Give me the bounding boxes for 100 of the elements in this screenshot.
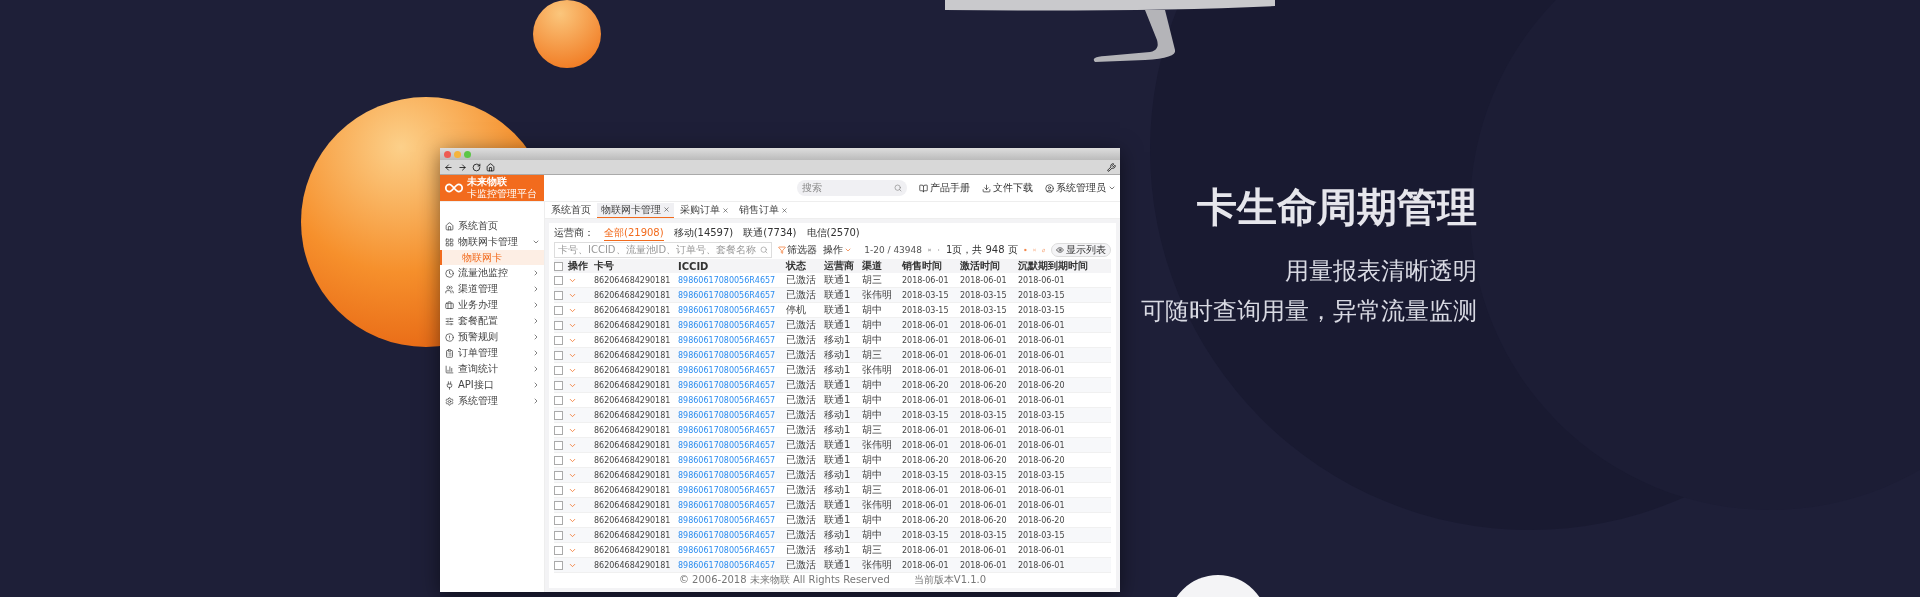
- sidebar-item[interactable]: API接口: [440, 377, 544, 393]
- table-cell: 移动1: [824, 468, 862, 483]
- table-cell: 2018-06-01: [960, 498, 1018, 513]
- operator-filter[interactable]: 移动(14597): [673, 225, 734, 241]
- table-cell: 2018-06-20: [960, 378, 1018, 393]
- column-header: 销售时间: [902, 259, 960, 273]
- column-header: ICCID: [678, 259, 786, 273]
- table-cell: 862064684290181: [594, 333, 678, 348]
- checkbox[interactable]: [554, 455, 563, 465]
- table-cell: 2018-06-01: [1018, 348, 1111, 363]
- banner-subtitle: 可随时查询用量，异常流量监测: [1141, 296, 1477, 327]
- minimize-dot-icon[interactable]: [454, 150, 461, 158]
- table-cell: 862064684290181: [594, 558, 678, 573]
- iccid-link[interactable]: 89860617080056R4657: [678, 273, 786, 288]
- table-cell: 2018-03-15: [960, 303, 1018, 318]
- checkbox[interactable]: [554, 395, 563, 405]
- operator-filter[interactable]: 联通(7734): [743, 225, 797, 241]
- table-cell: 2018-06-01: [902, 393, 960, 408]
- forward-icon[interactable]: [458, 162, 467, 172]
- sidebar-item[interactable]: 渠道管理: [440, 281, 544, 297]
- close-icon[interactable]: [781, 206, 788, 214]
- checkbox[interactable]: [554, 261, 563, 271]
- table-cell: 2018-06-20: [1018, 453, 1111, 468]
- table-cell: 2018-06-01: [1018, 273, 1111, 288]
- checkbox[interactable]: [554, 560, 563, 570]
- table-cell: 2018-06-20: [1018, 378, 1111, 393]
- table-cell: 2018-03-15: [902, 528, 960, 543]
- grid-icon: [445, 237, 454, 247]
- table-cell: 2018-06-01: [960, 363, 1018, 378]
- checkbox[interactable]: [554, 410, 563, 420]
- sidebar-item[interactable]: 业务办理: [440, 297, 544, 313]
- sidebar-item[interactable]: 查询统计: [440, 361, 544, 377]
- iccid-link[interactable]: 89860617080056R4657: [678, 483, 786, 498]
- checkbox[interactable]: [554, 485, 563, 495]
- sidebar-item[interactable]: 系统管理: [440, 393, 544, 409]
- checkbox[interactable]: [554, 470, 563, 480]
- table-cell: 已激活: [786, 393, 824, 408]
- sidebar-item[interactable]: 系统首页: [440, 218, 544, 234]
- table-cell: 联通1: [824, 453, 862, 468]
- clock-icon: [445, 268, 454, 278]
- sidebar-item[interactable]: 预警规则: [440, 329, 544, 345]
- header-link[interactable]: 文件下载: [982, 181, 1033, 195]
- checkbox[interactable]: [554, 350, 563, 360]
- checkbox[interactable]: [554, 440, 563, 450]
- iccid-link[interactable]: 89860617080056R4657: [678, 393, 786, 408]
- checkbox[interactable]: [554, 335, 563, 345]
- checkbox[interactable]: [554, 530, 563, 540]
- copyright-text: © 2006-2018 未来物联 All Rights Reserved: [678, 573, 890, 586]
- iccid-link[interactable]: 89860617080056R4657: [678, 543, 786, 558]
- iccid-link[interactable]: 89860617080056R4657: [678, 333, 786, 348]
- checkbox[interactable]: [554, 380, 563, 390]
- header-link[interactable]: 产品手册: [919, 181, 970, 195]
- table-cell: 已激活: [786, 348, 824, 363]
- table-cell: 2018-03-15: [1018, 408, 1111, 423]
- checkbox[interactable]: [554, 500, 563, 510]
- checkbox[interactable]: [554, 545, 563, 555]
- table-cell: 已激活: [786, 288, 824, 303]
- checkbox[interactable]: [554, 320, 563, 330]
- settings-icon: [445, 396, 454, 406]
- table-cell: 已激活: [786, 543, 824, 558]
- table-cell: 2018-03-15: [902, 468, 960, 483]
- table-cell: 862064684290181: [594, 378, 678, 393]
- column-header: 渠道: [862, 259, 902, 273]
- table-cell: 已激活: [786, 528, 824, 543]
- table-cell: 胡三: [862, 273, 902, 288]
- table-cell: 2018-06-20: [902, 453, 960, 468]
- checkbox[interactable]: [554, 515, 563, 525]
- checkbox[interactable]: [554, 290, 563, 300]
- actions-dropdown[interactable]: 操作: [823, 243, 853, 258]
- iccid-link[interactable]: 89860617080056R4657: [678, 423, 786, 438]
- checkbox[interactable]: [554, 425, 563, 435]
- checkbox[interactable]: [554, 275, 563, 285]
- display-list-button[interactable]: 显示列表: [1051, 243, 1111, 258]
- sidebar-item[interactable]: 套餐配置: [440, 313, 544, 329]
- reload-icon[interactable]: [472, 162, 481, 172]
- table-cell: 2018-06-01: [902, 543, 960, 558]
- page-tab[interactable]: 物联网卡管理: [597, 202, 674, 218]
- table-cell: 停机: [786, 303, 824, 318]
- iccid-link[interactable]: 89860617080056R4657: [678, 303, 786, 318]
- iccid-link[interactable]: 89860617080056R4657: [678, 513, 786, 528]
- user-menu[interactable]: 系统管理员: [1045, 181, 1116, 195]
- home-icon[interactable]: [486, 162, 495, 172]
- operator-filter[interactable]: 电信(2570): [806, 225, 860, 241]
- checkbox[interactable]: [554, 305, 563, 315]
- sidebar-item[interactable]: 流量池监控: [440, 265, 544, 281]
- sidebar-item[interactable]: 订单管理: [440, 345, 544, 361]
- table-cell: 胡中: [862, 333, 902, 348]
- checkbox[interactable]: [554, 365, 563, 375]
- wrench-icon[interactable]: [1107, 162, 1116, 172]
- iccid-link[interactable]: 89860617080056R4657: [678, 453, 786, 468]
- filter-button[interactable]: 筛选器: [778, 243, 818, 258]
- chevron-down-icon: [532, 238, 540, 246]
- close-dot-icon[interactable]: [444, 150, 451, 158]
- maximize-dot-icon[interactable]: [464, 150, 471, 158]
- close-icon[interactable]: [663, 206, 670, 213]
- table-cell: 已激活: [786, 513, 824, 528]
- iccid-link[interactable]: 89860617080056R4657: [678, 363, 786, 378]
- back-icon[interactable]: [444, 162, 453, 172]
- close-icon[interactable]: [722, 206, 729, 214]
- sidebar-item[interactable]: 物联网卡管理: [440, 234, 544, 250]
